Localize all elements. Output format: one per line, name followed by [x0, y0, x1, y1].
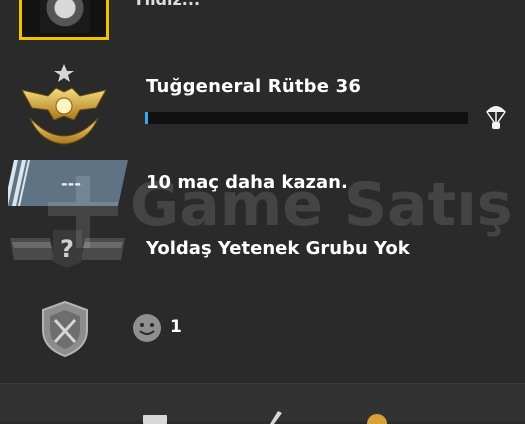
player-avatar[interactable] — [19, 0, 109, 40]
shield-crest-icon — [42, 300, 88, 358]
edit-icon[interactable] — [258, 406, 284, 424]
rank-title: Tuğgeneral Rütbe 36 — [146, 76, 362, 97]
eagle-rank-icon — [21, 64, 107, 145]
watermark: Game Satış — [48, 170, 513, 248]
profile-panel: Yildiz... Tuğgeneral Rütbe 36 --- 10 maç… — [0, 0, 525, 383]
coin-icon[interactable] — [364, 406, 390, 424]
rank-progress-fill — [145, 112, 148, 124]
smile-icon[interactable] — [132, 313, 162, 343]
avatar-image — [40, 0, 90, 33]
rank-progress-bar — [145, 112, 468, 124]
parachute-icon[interactable] — [484, 102, 508, 132]
watermark-text: Game Satış — [130, 170, 513, 240]
player-name: Yildiz... — [133, 0, 200, 9]
bottom-toolbar — [0, 383, 525, 424]
commend-count: 1 — [170, 317, 182, 337]
card-icon[interactable] — [142, 406, 168, 424]
